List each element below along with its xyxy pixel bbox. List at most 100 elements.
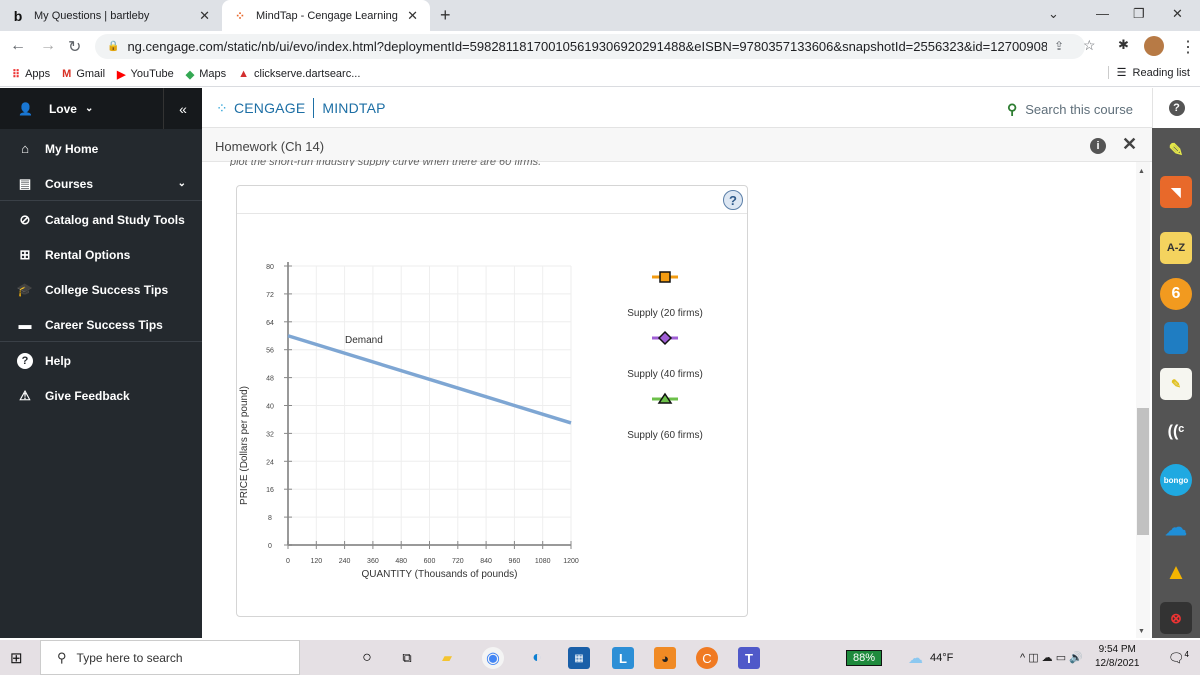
bookmark-maps[interactable]: ◆ Maps: [186, 68, 226, 81]
user-menu[interactable]: 👤 Love ⌄: [0, 88, 164, 129]
new-tab-icon[interactable]: +: [440, 5, 451, 26]
help-icon: ?: [1168, 100, 1185, 116]
restore-icon[interactable]: ❐: [1133, 6, 1145, 22]
bookmark-clickserve[interactable]: ▲ clickserve.dartsearc...: [238, 68, 360, 80]
book-icon[interactable]: [1164, 322, 1188, 354]
assignment-header: Homework (Ch 14) i ✕: [202, 128, 1152, 162]
bongo-icon[interactable]: bongo: [1160, 464, 1192, 496]
scroll-down-icon[interactable]: ▼: [1138, 628, 1145, 635]
close-tab-icon[interactable]: ✕: [199, 8, 210, 24]
notifications-icon[interactable]: 🗨4: [1168, 650, 1189, 666]
sidebar-item-help[interactable]: ? Help: [0, 343, 202, 378]
kaltura-icon[interactable]: ⊗: [1160, 602, 1192, 634]
profile-avatar[interactable]: [1144, 36, 1164, 56]
highlighter-icon[interactable]: ✎: [1160, 134, 1192, 166]
collapse-sidebar-button[interactable]: «: [164, 101, 202, 117]
teams-icon[interactable]: T: [738, 647, 760, 669]
google-drive-icon[interactable]: ▲: [1160, 556, 1192, 588]
weather-temperature[interactable]: 44°F: [930, 652, 953, 664]
notes-icon[interactable]: ✎: [1160, 368, 1192, 400]
brand-cengage: CENGAGE: [233, 100, 306, 116]
sidebar-item-courses[interactable]: ▤ Courses ⌄: [0, 166, 202, 201]
tab-bartleby[interactable]: b My Questions | bartleby ✕: [0, 0, 222, 31]
close-window-icon[interactable]: ✕: [1172, 6, 1183, 22]
bookmark-youtube[interactable]: ▶ YouTube: [117, 68, 174, 81]
sidebar-item-rental[interactable]: ⊞ Rental Options: [0, 237, 202, 272]
clock[interactable]: 9:54 PM 12/8/2021: [1095, 643, 1140, 671]
reading-list-label: Reading list: [1132, 66, 1190, 79]
cengage-mindtap-logo[interactable]: ⁘ CENGAGE MINDTAP: [216, 98, 386, 118]
x-tick-label: 840: [480, 558, 492, 565]
bookmark-star-icon[interactable]: ☆: [1083, 37, 1096, 54]
sidebar-item-catalog[interactable]: ⊘ Catalog and Study Tools: [0, 202, 202, 237]
a-z-glossary-icon[interactable]: A-Z: [1160, 232, 1192, 264]
divider: [313, 98, 315, 118]
legend-entry-square[interactable]: Supply (20 firms): [627, 271, 703, 319]
youtube-icon: ▶: [117, 68, 126, 81]
sidebar: 👤 Love ⌄ « ⌂ My Home ▤ Courses ⌄ ⊘ Catalog a…: [0, 88, 202, 638]
flashcards-icon[interactable]: 6: [1160, 278, 1192, 310]
minimize-icon[interactable]: —: [1096, 6, 1109, 21]
supply-demand-chart[interactable]: 0 120 240 360 480 600 720 840 960 1080 1200 0 8 16 24 3…: [237, 214, 747, 614]
x-tick-label: 1200: [563, 558, 579, 565]
share-icon[interactable]: ⇪: [1054, 39, 1064, 53]
chart-legend: Supply (20 firms) Supply (40 firms) Supply…: [627, 271, 703, 441]
bookmark-apps[interactable]: ⠿ Apps: [12, 68, 50, 81]
scrollbar[interactable]: [1136, 162, 1150, 638]
y-tick-label: 40: [266, 404, 274, 411]
battery-indicator[interactable]: 88%: [846, 650, 882, 666]
legend-entry-triangle[interactable]: Supply (60 firms): [627, 392, 703, 441]
app-l-icon[interactable]: L: [612, 647, 634, 669]
y-tick-label: 0: [268, 543, 272, 550]
menu-icon[interactable]: ⋮: [1180, 37, 1196, 57]
reload-icon[interactable]: ↻: [68, 37, 81, 57]
file-explorer-icon[interactable]: ▰: [436, 647, 458, 669]
legend-label: Supply (60 firms): [627, 430, 703, 441]
ms-store-icon[interactable]: ▦: [568, 647, 590, 669]
info-icon[interactable]: i: [1090, 138, 1106, 154]
sidebar-item-feedback[interactable]: ⚠ Give Feedback: [0, 378, 202, 413]
extensions-icon[interactable]: ✱: [1118, 37, 1129, 53]
onedrive-icon[interactable]: ☁: [1160, 512, 1192, 544]
graph-help-button[interactable]: ?: [723, 190, 743, 210]
windows-start-icon[interactable]: ⊞: [10, 649, 23, 667]
user-name: Love: [48, 101, 77, 116]
reading-list-button[interactable]: ☰ Reading list: [1107, 66, 1190, 79]
app-c-icon[interactable]: C: [696, 647, 718, 669]
close-tab-icon[interactable]: ✕: [407, 8, 418, 24]
rss-icon[interactable]: ◥: [1160, 176, 1192, 208]
tab-search-icon[interactable]: ⌄: [1048, 6, 1059, 22]
taskbar-search[interactable]: ⚲ Type here to search: [40, 640, 300, 675]
browser-tab-bar: b My Questions | bartleby ✕ ⁘ MindTap - …: [0, 0, 1200, 31]
close-icon[interactable]: ✕: [1122, 134, 1137, 155]
graph-panel: ? 0 120 240 360 480 600 720 840 960 1080 1200 0 8 16 2…: [236, 185, 748, 617]
edge-icon[interactable]: ◐: [526, 647, 548, 669]
sidebar-item-career-tips[interactable]: ▬ Career Success Tips: [0, 307, 202, 342]
briefcase-icon: ▬: [18, 317, 32, 332]
brand-mindtap: MINDTAP: [322, 100, 386, 116]
square-marker-icon: [659, 271, 671, 283]
clickserve-icon: ▲: [238, 68, 250, 80]
y-tick-label: 16: [266, 487, 274, 494]
app-orange-icon[interactable]: ◕: [654, 647, 676, 669]
chrome-icon[interactable]: ◉: [482, 647, 504, 669]
back-icon[interactable]: ←: [10, 37, 26, 55]
cortana-icon[interactable]: ○: [356, 647, 378, 669]
x-tick-label: 480: [395, 558, 407, 565]
forward-icon[interactable]: →: [40, 37, 56, 55]
scrollbar-thumb[interactable]: [1137, 408, 1149, 535]
tab-mindtap[interactable]: ⁘ MindTap - Cengage Learning ✕: [222, 0, 430, 31]
search-icon: ⚲: [1007, 101, 1018, 117]
course-search[interactable]: ⚲ Search this course: [1007, 101, 1133, 118]
question-text: plot the short-run industry supply curve…: [230, 160, 542, 166]
scroll-up-icon[interactable]: ▲: [1138, 168, 1145, 175]
task-view-icon[interactable]: ⧉: [396, 647, 418, 669]
url-bar[interactable]: 🔒 ng.cengage.com/static/nb/ui/evo/index.…: [95, 34, 1085, 59]
sidebar-item-college-tips[interactable]: 🎓 College Success Tips: [0, 272, 202, 307]
legend-entry-diamond[interactable]: Supply (40 firms): [627, 330, 703, 380]
sidebar-item-my-home[interactable]: ⌂ My Home: [0, 131, 202, 166]
readspeaker-icon[interactable]: ((ᶜ: [1160, 416, 1192, 448]
system-tray[interactable]: ^ ◫ ☁ ▭ 🔊: [1020, 651, 1083, 664]
bookmark-gmail[interactable]: M Gmail: [62, 68, 105, 80]
help-button[interactable]: ?: [1152, 88, 1200, 128]
